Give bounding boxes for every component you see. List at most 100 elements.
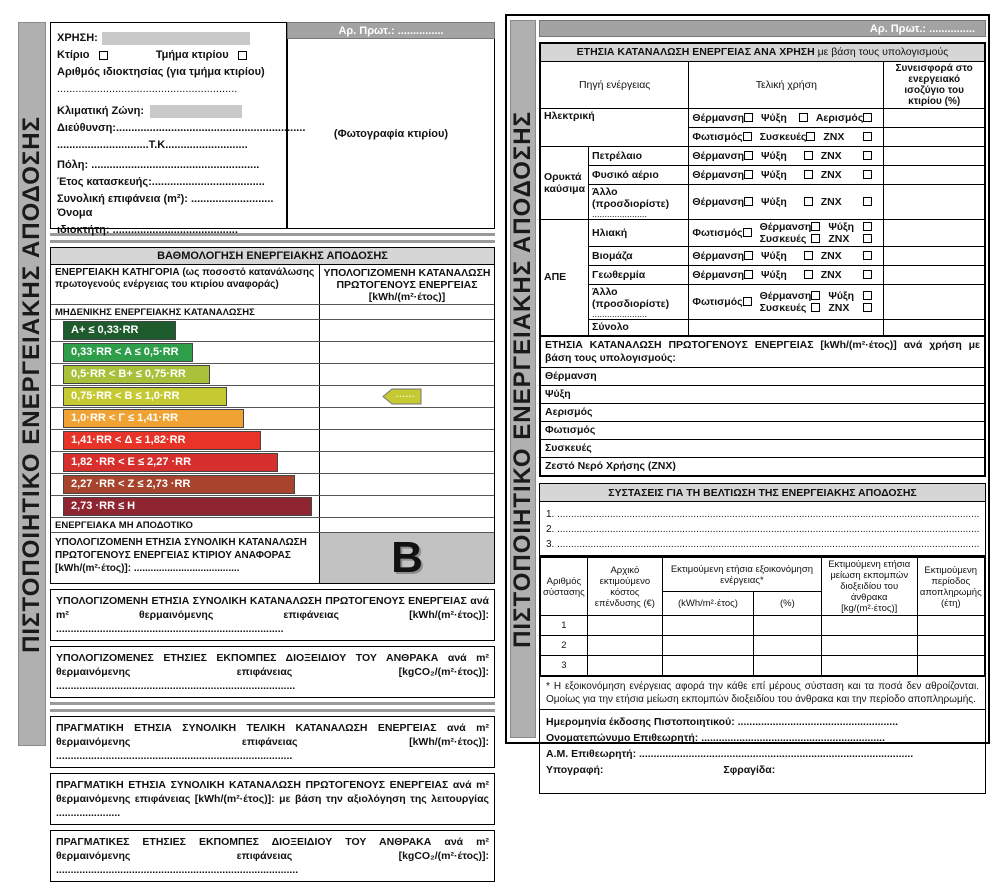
dhw-checkbox[interactable] [863,151,873,160]
heating-checkbox[interactable] [744,151,754,160]
contribution-field[interactable] [883,145,986,166]
res-other-field[interactable]: ...................... [592,309,685,318]
cooling-checkbox[interactable] [803,151,813,160]
fuel-other-field[interactable]: ...................... [592,209,685,218]
appliances-checkbox[interactable] [811,303,821,312]
construction-year-field[interactable]: Έτος κατασκευής:........................… [57,175,280,189]
dhw-checkbox[interactable] [863,132,873,141]
cooling-checkbox[interactable] [803,251,813,260]
recommendation-line-1[interactable]: 1. .....................................… [546,507,979,522]
column-header-contribution: Συνεισφορά στο ενεργειακό ισοζύγιο του κ… [883,60,986,109]
reference-consumption-field[interactable]: ΥΠΟΛΟΓΙΖΟΜΕΝΗ ΕΤΗΣΙΑ ΣΥΝΟΛΙΚΗ ΚΑΤΑΝΑΛΩΣΗ… [51,533,319,583]
total-uses-cell[interactable] [688,318,885,337]
inspector-name-field[interactable]: Ονοματεπώνυμο Επιθεωρητή: ..............… [546,730,979,746]
primary-row-ventilation[interactable]: Αερισμός [541,403,984,421]
rec-co2-field[interactable] [820,655,918,676]
contribution-field[interactable] [883,164,986,185]
uses-biomass: Θέρμανση Ψύξη ΖΝΧ [688,245,885,266]
dhw-checkbox[interactable] [863,251,873,260]
total-row-label: Σύνολο [588,318,690,337]
heating-checkbox[interactable] [811,291,821,300]
cooling-checkbox[interactable] [803,197,813,206]
rec-savings-pct-field[interactable] [752,615,822,636]
rec-savings-kwh-field[interactable] [661,615,754,636]
calculated-primary-per-m2-field[interactable]: ΥΠΟΛΟΓΙΖΟΜΕΝΗ ΕΤΗΣΙΑ ΣΥΝΟΛΙΚΗ ΚΑΤΑΝΑΛΩΣΗ… [50,589,495,641]
primary-row-lighting[interactable]: Φωτισμός [541,421,984,439]
rec-savings-pct-field[interactable] [752,655,822,676]
rec-cost-field[interactable] [586,615,663,636]
recommendation-line-2[interactable]: 2. .....................................… [546,522,979,537]
uses-solar: Θέρμανση Ψύξη Φωτισμός Συσκευές ΖΝΧ [688,218,885,247]
climate-zone-field[interactable] [150,104,242,118]
dhw-checkbox[interactable] [863,170,873,179]
postal-code-field[interactable]: ..............................Τ.Κ.......… [57,138,280,152]
rec-payback-field[interactable] [916,655,986,676]
cooling-checkbox[interactable] [863,222,873,231]
rec-co2-field[interactable] [820,615,918,636]
primary-row-cooling[interactable]: Ψύξη [541,385,984,403]
dhw-checkbox[interactable] [863,234,873,243]
rec-cost-field[interactable] [586,635,663,656]
heating-checkbox[interactable] [744,270,754,279]
energy-bar-row: 2,73 ·RR ≤ H [51,496,494,518]
calculated-co2-per-m2-field[interactable]: ΥΠΟΛΟΓΙΖΟΜΕΝΕΣ ΕΤΗΣΙΕΣ ΕΚΠΟΜΠΕΣ ΔΙΟΞΕΙΔΙ… [50,646,495,698]
heating-checkbox[interactable] [744,170,754,179]
building-checkbox[interactable] [98,50,108,60]
rec-savings-kwh-field[interactable] [661,655,754,676]
heating-checkbox[interactable] [744,113,754,122]
rec-row-number: 2 [539,635,588,656]
building-part-label: Τμήμα κτιρίου [155,49,229,61]
inspector-registration-field[interactable]: Α.Μ. Επιθεωρητή: .......................… [546,746,979,762]
ventilation-checkbox[interactable] [863,113,873,122]
contribution-field[interactable] [883,218,986,247]
contribution-field[interactable] [883,283,986,320]
city-field[interactable]: Πόλη: ..................................… [57,158,280,172]
issue-date-field[interactable]: Ημερομηνία έκδοσης Πιστοποιητικού: .....… [546,714,979,730]
contribution-field[interactable] [883,264,986,285]
rec-savings-pct-field[interactable] [752,635,822,656]
contribution-field[interactable] [883,126,986,147]
contribution-field[interactable] [883,183,986,220]
primary-row-appliances[interactable]: Συσκευές [541,439,984,457]
dhw-checkbox[interactable] [863,303,873,312]
rec-co2-field[interactable] [820,635,918,656]
dhw-checkbox[interactable] [863,270,873,279]
total-contribution-field[interactable] [883,318,986,337]
owner-name-field[interactable]: ιδιοκτήτη: .............................… [57,223,280,237]
appliances-checkbox[interactable] [811,234,821,243]
heating-checkbox[interactable] [811,222,821,231]
actual-final-consumption-field[interactable]: ΠΡΑΓΜΑΤΙΚΗ ΕΤΗΣΙΑ ΣΥΝΟΛΙΚΗ ΤΕΛΙΚΗ ΚΑΤΑΝΑ… [50,716,495,768]
dhw-checkbox[interactable] [863,197,873,206]
lighting-checkbox[interactable] [742,228,752,237]
rec-payback-field[interactable] [916,615,986,636]
ownership-field[interactable]: ........................................… [57,82,280,96]
primary-row-dhw[interactable]: Ζεστό Νερό Χρήσης (ΖΝΧ) [541,457,984,475]
appliances-checkbox[interactable] [806,132,816,141]
lighting-checkbox[interactable] [742,132,752,141]
heating-checkbox[interactable] [744,197,754,206]
fuel-oil: Πετρέλαιο [588,145,690,166]
protocol-number-field[interactable]: Αρ. Πρωτ.: ............... [287,22,495,39]
rec-cost-field[interactable] [586,655,663,676]
actual-co2-emissions-field[interactable]: ΠΡΑΓΜΑΤΙΚΕΣ ΕΤΗΣΙΕΣ ΕΚΠΟΜΠΕΣ ΔΙΟΞΕΙΔΙΟΥ … [50,830,495,882]
lighting-checkbox[interactable] [742,297,752,306]
cooling-checkbox[interactable] [803,170,813,179]
address-field[interactable]: Διεύθυνση:..............................… [57,121,305,135]
rec-payback-field[interactable] [916,635,986,656]
cooling-checkbox[interactable] [863,291,873,300]
cooling-checkbox[interactable] [798,113,808,122]
actual-primary-consumption-field[interactable]: ΠΡΑΓΜΑΤΙΚΗ ΕΤΗΣΙΑ ΣΥΝΟΛΙΚΗ ΚΑΤΑΝΑΛΩΣΗ ΠΡ… [50,773,495,825]
rec-savings-kwh-field[interactable] [661,635,754,656]
column-header-final-use: Τελική χρήση [688,60,885,109]
recommendation-line-3[interactable]: 3. .....................................… [546,537,979,552]
primary-row-heating[interactable]: Θέρμανση [541,367,984,385]
use-value-field[interactable] [101,31,250,45]
total-area-field[interactable]: Συνολική επιφάνεια (m²): ...............… [57,192,280,220]
contribution-field[interactable] [883,245,986,266]
cooling-checkbox[interactable] [803,270,813,279]
contribution-field[interactable] [883,107,986,128]
heating-checkbox[interactable] [744,251,754,260]
rec-col-number: Αριθμός σύστασης [539,556,588,616]
building-part-checkbox[interactable] [237,50,247,60]
protocol-number-field[interactable]: Αρ. Πρωτ.: ............... [539,20,986,37]
